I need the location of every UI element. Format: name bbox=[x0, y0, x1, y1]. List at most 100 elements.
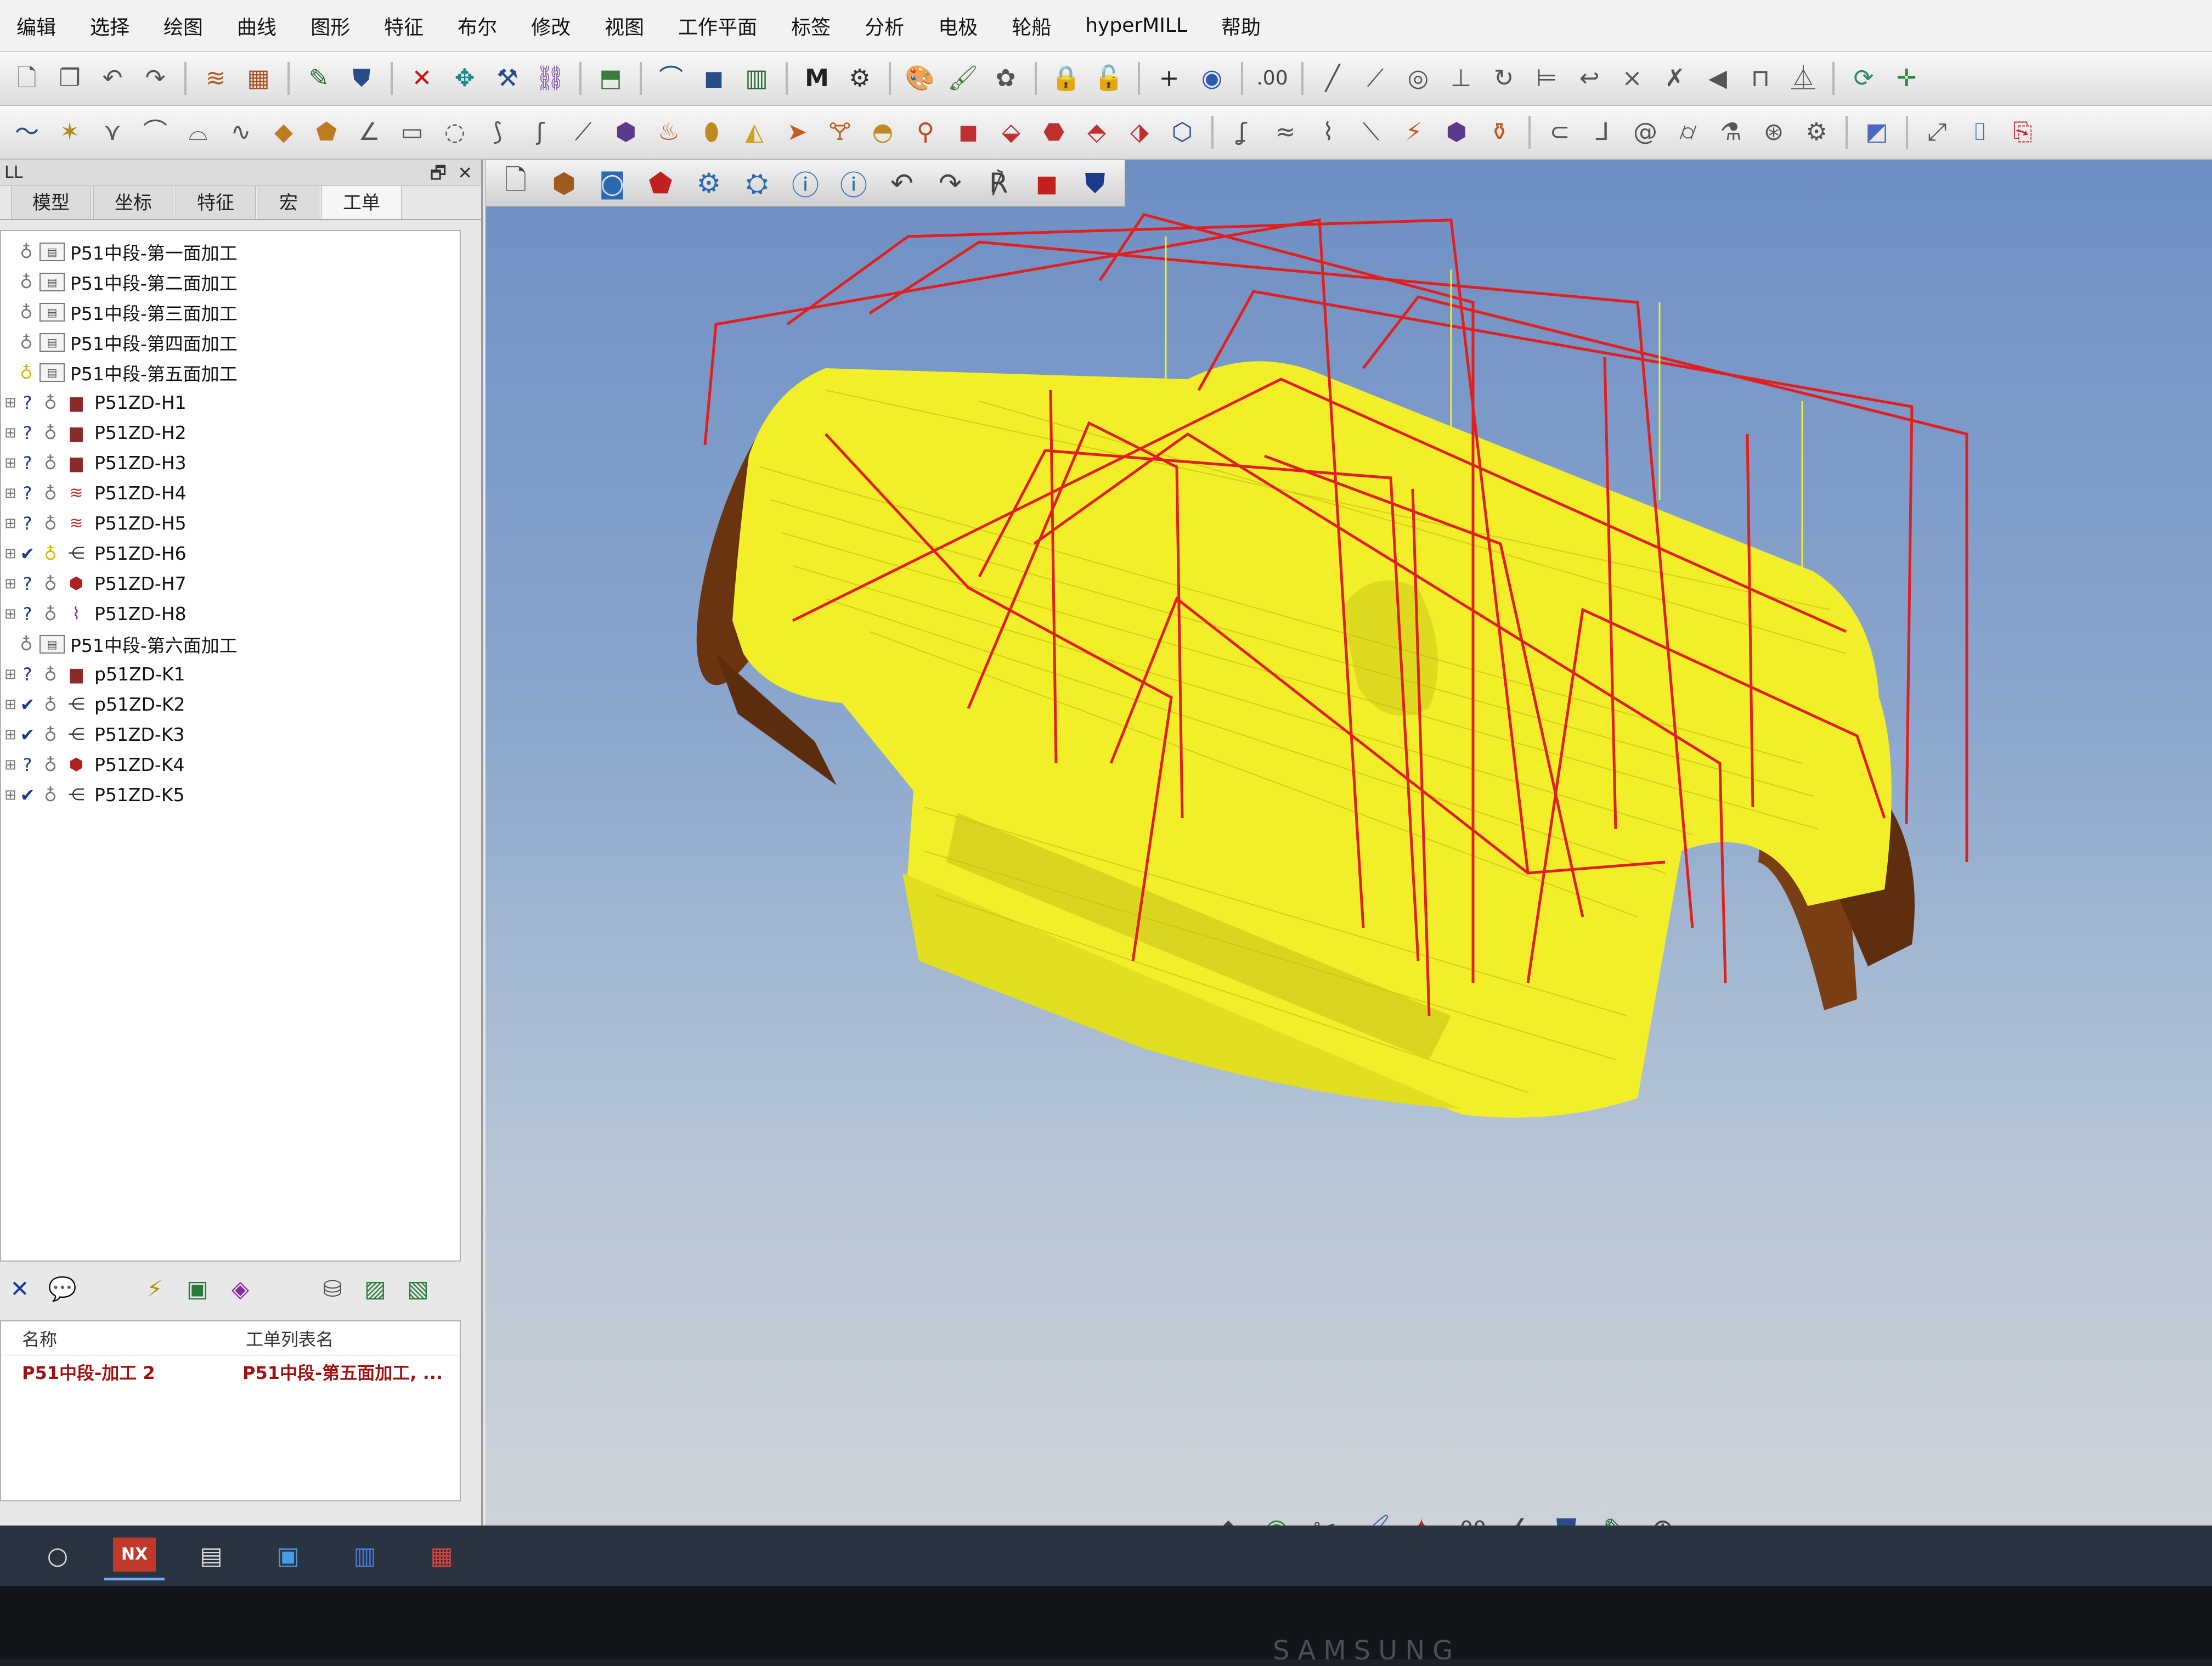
arc-tool-icon[interactable]: ⌒ bbox=[139, 116, 171, 148]
job-row[interactable]: ⊞ ? ♁ ≋ P51ZD-H4 bbox=[1, 478, 460, 508]
job-row[interactable]: ⊞ ? ♁ ▆ P51ZD-H3 bbox=[1, 448, 460, 478]
expand-icon[interactable]: ⊞ bbox=[4, 787, 16, 803]
line-icon[interactable]: ╱ bbox=[1317, 63, 1348, 94]
angle-icon[interactable]: ∠ bbox=[353, 116, 385, 148]
visibility-bulb-icon[interactable]: ♁ bbox=[40, 724, 61, 745]
nx-app-icon[interactable]: NX bbox=[104, 1531, 165, 1580]
visibility-bulb-icon[interactable]: ♁ bbox=[40, 483, 61, 504]
gear-icon[interactable]: ⚙ bbox=[1801, 116, 1832, 148]
menu-view[interactable]: 视图 bbox=[605, 12, 644, 40]
sweep-icon[interactable]: ⬮ bbox=[696, 116, 727, 148]
tool-db-icon[interactable]: ◙ bbox=[592, 163, 633, 204]
job-row[interactable]: ⊞ ? ♁ ▆ P51ZD-H2 bbox=[1, 418, 460, 448]
report-icon[interactable]: ▧ bbox=[402, 1273, 435, 1305]
menu-select[interactable]: 选择 bbox=[90, 12, 129, 40]
visibility-bulb-icon[interactable]: ♁ bbox=[15, 241, 37, 262]
delete-icon[interactable]: ✕ bbox=[406, 63, 438, 94]
j-curve-icon[interactable]: ⅃ bbox=[1587, 116, 1618, 148]
blend-icon[interactable]: ➤ bbox=[781, 116, 813, 148]
info-icon[interactable]: ⓘ bbox=[785, 163, 826, 204]
job-row[interactable]: ⊞ ✔ ♁ ⋲ p51ZD-K2 bbox=[1, 689, 460, 719]
surface-icon[interactable]: ◆ bbox=[268, 116, 300, 148]
cube-icon[interactable]: ◼ bbox=[698, 63, 730, 94]
angle-measure-icon[interactable]: ∡ bbox=[1498, 1509, 1538, 1526]
extrude-icon[interactable]: ⬢ bbox=[610, 116, 642, 148]
info-2-icon[interactable]: ⓘ bbox=[833, 163, 874, 204]
trim-curve-icon[interactable]: ʆ bbox=[1227, 116, 1259, 148]
visibility-bulb-icon[interactable]: ♁ bbox=[15, 332, 37, 353]
job-list-row[interactable]: ♁ ▤ P51中段-第三面加工 bbox=[1, 297, 460, 327]
c-curve-icon[interactable]: ⊂ bbox=[1544, 116, 1576, 148]
solid-merge-icon[interactable]: ⬗ bbox=[1124, 116, 1155, 148]
offset-icon[interactable]: ⊨ bbox=[1531, 63, 1562, 94]
tab-features[interactable]: 特征 bbox=[176, 184, 256, 219]
job-row[interactable]: ⊞ ✔ ♁ ⋲ P51ZD-K3 bbox=[1, 719, 460, 750]
import-icon[interactable]: ⬒ bbox=[595, 63, 627, 94]
close-icon[interactable]: ✕ bbox=[458, 162, 472, 183]
copy-icon[interactable]: ❐ bbox=[54, 63, 86, 94]
job-row[interactable]: ⊞ ✔ ♁ ⋲ P51ZD-H6 bbox=[1, 538, 460, 569]
branch-icon[interactable]: ⋎ bbox=[97, 116, 128, 148]
menu-modify[interactable]: 修改 bbox=[531, 12, 571, 40]
dimension-icon[interactable]: .00 bbox=[1256, 63, 1288, 94]
add-icon[interactable]: + bbox=[1153, 63, 1185, 94]
cross-icon[interactable]: ⨯ bbox=[1616, 63, 1648, 94]
visibility-bulb-icon[interactable]: ♁ bbox=[40, 694, 61, 715]
shield-icon[interactable]: ⛊ bbox=[1075, 163, 1115, 204]
menu-workplane[interactable]: 工作平面 bbox=[678, 12, 757, 40]
solid-shield-icon[interactable]: ⬡ bbox=[1166, 116, 1198, 148]
orbit-icon[interactable]: ⟳ bbox=[1848, 63, 1880, 94]
plane-icon[interactable]: ⏅ bbox=[1787, 63, 1819, 94]
perpendicular-icon[interactable]: ⊥ bbox=[1445, 63, 1477, 94]
rectangle-icon[interactable]: ▭ bbox=[396, 116, 428, 148]
machining-icon[interactable]: ⛭ bbox=[737, 163, 777, 204]
tab-jobs[interactable]: 工单 bbox=[321, 184, 402, 219]
image-app-icon[interactable]: ▣ bbox=[258, 1531, 318, 1580]
brush-icon[interactable]: 🖌 bbox=[947, 63, 979, 94]
menu-feature[interactable]: 特征 bbox=[384, 12, 424, 40]
job-row[interactable]: ⊞ ? ♁ ▆ p51ZD-K1 bbox=[1, 659, 460, 689]
pin-view-icon[interactable]: ✦ bbox=[1401, 1509, 1442, 1526]
visibility-bulb-icon[interactable]: ♁ bbox=[15, 302, 37, 323]
visibility-bulb-icon[interactable]: ♁ bbox=[40, 392, 61, 413]
solid-cut-icon[interactable]: ⬘ bbox=[1081, 116, 1113, 148]
menu-shape[interactable]: 图形 bbox=[311, 12, 350, 40]
job-row[interactable]: ⊞ ? ♁ ≋ P51ZD-H5 bbox=[1, 508, 460, 538]
shape-icon[interactable]: ⬢ bbox=[1441, 116, 1472, 148]
slash-icon[interactable]: ⟍ bbox=[1355, 116, 1387, 148]
menu-edit[interactable]: 编辑 bbox=[16, 12, 56, 40]
unlock-icon[interactable]: 🔓 bbox=[1093, 63, 1125, 94]
document-app-icon[interactable]: ▥ bbox=[335, 1531, 395, 1580]
visibility-bulb-icon[interactable]: ♁ bbox=[15, 634, 37, 655]
brush-view-icon[interactable]: 🖌 bbox=[1353, 1509, 1393, 1526]
table-icon[interactable]: ▦ bbox=[242, 63, 274, 94]
tab-coordinates[interactable]: 坐标 bbox=[93, 184, 173, 219]
expand-icon[interactable]: ⊞ bbox=[4, 727, 16, 743]
info-table-row[interactable]: P51中段-加工 2 P51中段-第五面加工, ... bbox=[1, 1355, 460, 1388]
patch-icon[interactable]: ⬟ bbox=[311, 116, 342, 148]
revolve-icon[interactable]: ♨ bbox=[653, 116, 685, 148]
bottle-icon[interactable]: ⚗ bbox=[1715, 116, 1747, 148]
pencil-icon[interactable]: ✎ bbox=[303, 63, 335, 94]
expand-icon[interactable]: ⊞ bbox=[4, 606, 16, 622]
arc-icon[interactable]: ⌒ bbox=[655, 63, 687, 94]
tool-icon[interactable]: ⚙ bbox=[689, 163, 729, 204]
solid-box-icon[interactable]: ◼ bbox=[952, 116, 984, 148]
star-icon[interactable]: ✶ bbox=[54, 116, 86, 148]
pencil-view-icon[interactable]: ✎ bbox=[1594, 1509, 1635, 1526]
undo-icon[interactable]: ↶ bbox=[97, 63, 128, 94]
measure-icon[interactable]: .00 bbox=[1449, 1509, 1490, 1526]
expand-icon[interactable]: ⊞ bbox=[4, 666, 16, 683]
job-list-row[interactable]: ♁ ▤ P51中段-第四面加工 bbox=[1, 327, 460, 357]
segment-icon[interactable]: ⟋ bbox=[1359, 63, 1391, 94]
visibility-bulb-lit-icon[interactable]: ♁ bbox=[15, 362, 37, 383]
sphere-icon[interactable]: ⊛ bbox=[1758, 116, 1790, 148]
expand-icon[interactable]: ⊞ bbox=[4, 545, 16, 562]
job-row[interactable]: ⊞ ? ♁ ⬢ P51ZD-H7 bbox=[1, 569, 460, 599]
export-icon[interactable]: ⎘ bbox=[2007, 116, 2039, 148]
s-curve-icon[interactable]: ʃ bbox=[524, 116, 556, 148]
visibility-bulb-icon[interactable]: ♁ bbox=[15, 272, 37, 292]
visibility-bulb-icon[interactable]: ♁ bbox=[40, 453, 61, 474]
paint-icon[interactable]: ⛊ bbox=[346, 63, 377, 94]
move-icon[interactable]: ✥ bbox=[449, 63, 481, 94]
